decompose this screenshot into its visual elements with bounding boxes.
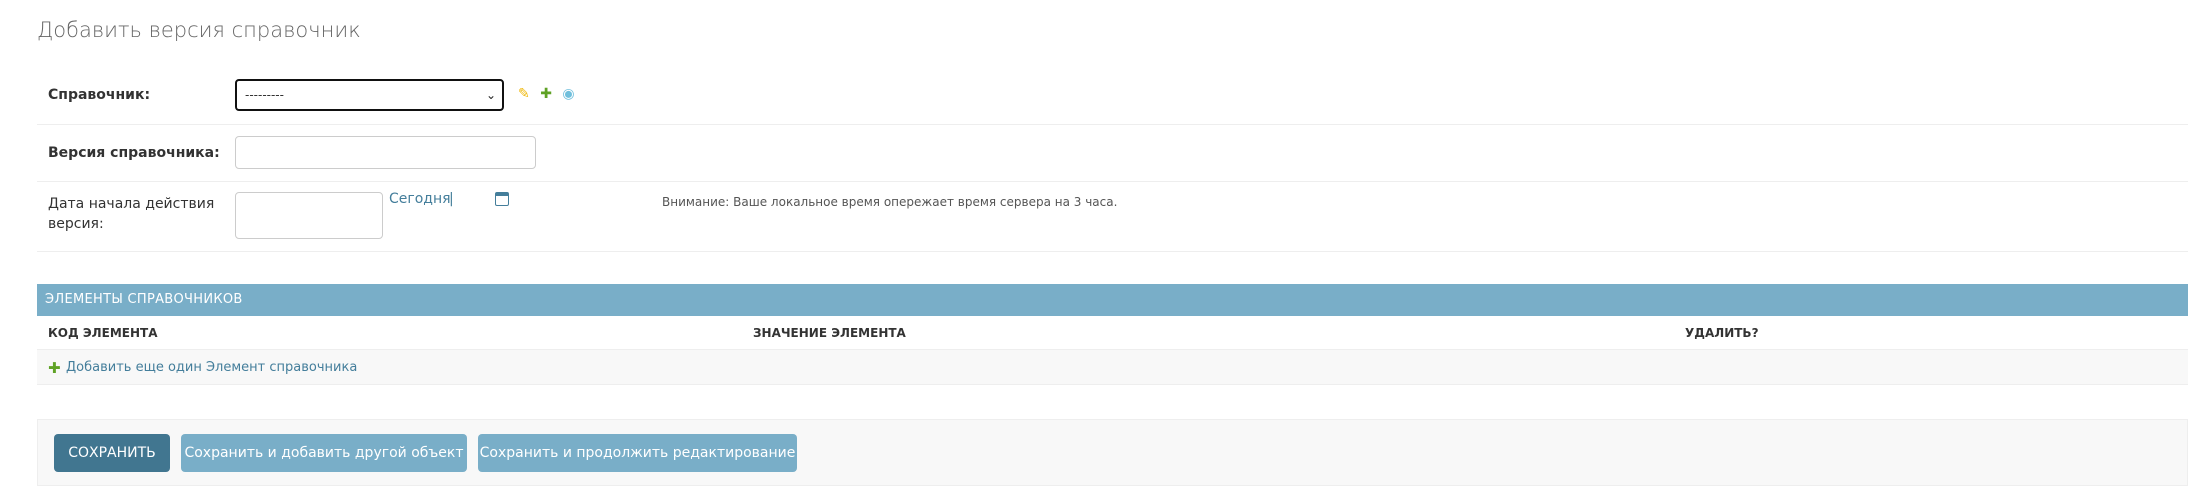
today-link[interactable]: Сегодня bbox=[389, 191, 451, 207]
start-date-label-line2: версия: bbox=[48, 216, 104, 232]
inline-column-headers: КОД ЭЛЕМЕНТА ЗНАЧЕНИЕ ЭЛЕМЕНТА УДАЛИТЬ? bbox=[37, 316, 2188, 350]
save-button[interactable]: СОХРАНИТЬ bbox=[54, 434, 170, 472]
save-continue-button[interactable]: Сохранить и продолжить редактирование bbox=[478, 434, 797, 472]
plus-icon[interactable]: ✚ bbox=[540, 86, 552, 102]
page-title: Добавить версия справочник bbox=[37, 18, 361, 42]
add-row: ✚ Добавить еще один Элемент справочника bbox=[37, 350, 2188, 385]
directory-label: Справочник: bbox=[48, 87, 151, 103]
directory-select-value: --------- bbox=[245, 88, 284, 102]
calendar-icon[interactable] bbox=[495, 192, 509, 206]
add-element-link[interactable]: Добавить еще один Элемент справочника bbox=[66, 360, 357, 375]
column-header-delete: УДАЛИТЬ? bbox=[1685, 326, 1759, 340]
related-widget-icons: ✎ ✚ ◉ bbox=[518, 86, 581, 102]
submit-row: СОХРАНИТЬ Сохранить и добавить другой об… bbox=[37, 419, 2188, 486]
inline-header: ЭЛЕМЕНТЫ СПРАВОЧНИКОВ bbox=[37, 284, 2188, 316]
version-input[interactable] bbox=[235, 136, 536, 169]
date-separator: | bbox=[449, 191, 454, 207]
eye-icon[interactable]: ◉ bbox=[562, 86, 574, 102]
chevron-down-icon: ⌄ bbox=[485, 88, 496, 102]
timezone-warning: Внимание: Ваше локальное время опережает… bbox=[662, 195, 1118, 209]
start-date-input[interactable] bbox=[235, 192, 383, 239]
plus-icon[interactable]: ✚ bbox=[48, 359, 61, 377]
start-date-label-line1: Дата начала действия bbox=[48, 196, 215, 212]
column-header-code: КОД ЭЛЕМЕНТА bbox=[48, 326, 158, 340]
inline-group-elements: ЭЛЕМЕНТЫ СПРАВОЧНИКОВ КОД ЭЛЕМЕНТА ЗНАЧЕ… bbox=[37, 284, 2188, 385]
pencil-icon[interactable]: ✎ bbox=[518, 86, 530, 102]
version-label: Версия справочника: bbox=[48, 145, 220, 161]
save-add-another-button[interactable]: Сохранить и добавить другой объект bbox=[181, 434, 467, 472]
column-header-value: ЗНАЧЕНИЕ ЭЛЕМЕНТА bbox=[753, 326, 906, 340]
start-date-label: Дата начала действия версия: bbox=[48, 194, 214, 234]
directory-select[interactable]: --------- ⌄ bbox=[235, 79, 504, 111]
